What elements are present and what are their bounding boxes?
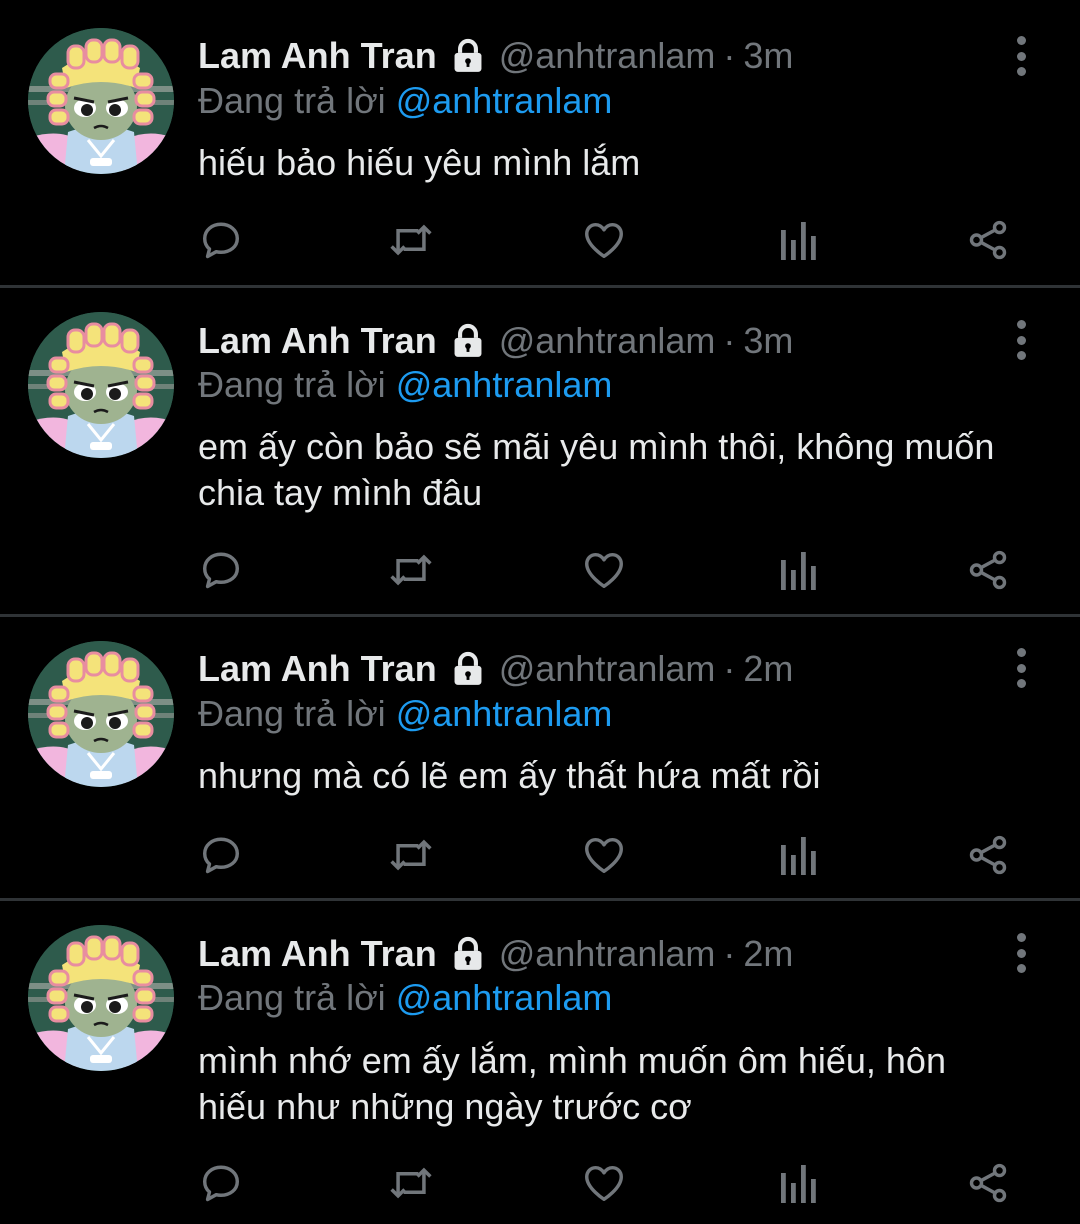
tweet-header: Lam Anh Tran @anhtranlam · 3m — [198, 32, 793, 80]
reply-context: Đang trả lời @anhtranlam — [198, 364, 612, 406]
views-icon[interactable] — [773, 546, 821, 594]
heart-icon[interactable] — [580, 831, 628, 879]
tweet-text: em ấy còn bảo sẽ mãi yêu mình thôi, khôn… — [198, 426, 995, 513]
retweet-icon[interactable] — [387, 1159, 435, 1207]
more-vertical-icon[interactable] — [1004, 648, 1038, 688]
reply-prefix: Đang trả lời — [198, 693, 386, 734]
reply-context: Đang trả lời @anhtranlam — [198, 977, 612, 1019]
reply-prefix: Đang trả lời — [198, 364, 386, 405]
avatar[interactable] — [28, 641, 174, 787]
heart-icon[interactable] — [580, 216, 628, 264]
retweet-icon[interactable] — [387, 831, 435, 879]
tweet-header: Lam Anh Tran @anhtranlam · 2m — [198, 645, 793, 693]
author-handle[interactable]: @anhtranlam — [499, 933, 716, 975]
action-bar — [0, 546, 1080, 596]
timestamp[interactable]: 3m — [743, 35, 793, 77]
separator: · — [723, 320, 736, 361]
tweet[interactable]: Lam Anh Tran @anhtranlam · 3m Đang trả l… — [0, 0, 1080, 286]
lock-icon — [449, 37, 487, 75]
reply-icon[interactable] — [197, 546, 245, 594]
share-icon[interactable] — [964, 831, 1012, 879]
lock-icon — [449, 322, 487, 360]
author-handle[interactable]: @anhtranlam — [499, 648, 716, 690]
share-icon[interactable] — [964, 546, 1012, 594]
separator: · — [723, 35, 736, 76]
views-icon[interactable] — [773, 831, 821, 879]
tweet-header: Lam Anh Tran @anhtranlam · 2m — [198, 930, 793, 978]
reply-prefix: Đang trả lời — [198, 977, 386, 1018]
separator: · — [723, 648, 736, 689]
reply-icon[interactable] — [197, 831, 245, 879]
share-icon[interactable] — [964, 216, 1012, 264]
retweet-icon[interactable] — [387, 546, 435, 594]
author-name[interactable]: Lam Anh Tran — [198, 933, 437, 975]
tweet[interactable]: Lam Anh Tran @anhtranlam · 3m Đang trả l… — [0, 288, 1080, 614]
heart-icon[interactable] — [580, 1159, 628, 1207]
action-bar — [0, 216, 1080, 266]
reply-handle-link[interactable]: @anhtranlam — [396, 80, 613, 121]
action-bar — [0, 1159, 1080, 1209]
share-icon[interactable] — [964, 1159, 1012, 1207]
author-name[interactable]: Lam Anh Tran — [198, 35, 437, 77]
author-name[interactable]: Lam Anh Tran — [198, 320, 437, 362]
tweet[interactable]: Lam Anh Tran @anhtranlam · 2m Đang trả l… — [0, 617, 1080, 898]
reply-icon[interactable] — [197, 1159, 245, 1207]
heart-icon[interactable] — [580, 546, 628, 594]
avatar[interactable] — [28, 925, 174, 1071]
more-vertical-icon[interactable] — [1004, 320, 1038, 360]
lock-icon — [449, 935, 487, 973]
avatar[interactable] — [28, 312, 174, 458]
reply-icon[interactable] — [197, 216, 245, 264]
tweet-text: mình nhớ em ấy lắm, mình muốn ôm hiếu, h… — [198, 1040, 946, 1127]
avatar[interactable] — [28, 28, 174, 174]
tweet-header: Lam Anh Tran @anhtranlam · 3m — [198, 317, 793, 365]
reply-handle-link[interactable]: @anhtranlam — [396, 693, 613, 734]
timestamp[interactable]: 3m — [743, 320, 793, 362]
tweet-text: nhưng mà có lẽ em ấy thất hứa mất rồi — [198, 755, 821, 796]
separator: · — [723, 933, 736, 974]
timestamp[interactable]: 2m — [743, 648, 793, 690]
lock-icon — [449, 650, 487, 688]
tweet-text: hiếu bảo hiếu yêu mình lắm — [198, 142, 641, 183]
author-handle[interactable]: @anhtranlam — [499, 320, 716, 362]
more-vertical-icon[interactable] — [1004, 933, 1038, 973]
author-handle[interactable]: @anhtranlam — [499, 35, 716, 77]
more-vertical-icon[interactable] — [1004, 36, 1038, 76]
timestamp[interactable]: 2m — [743, 933, 793, 975]
views-icon[interactable] — [773, 1159, 821, 1207]
reply-handle-link[interactable]: @anhtranlam — [396, 977, 613, 1018]
reply-handle-link[interactable]: @anhtranlam — [396, 364, 613, 405]
reply-prefix: Đang trả lời — [198, 80, 386, 121]
views-icon[interactable] — [773, 216, 821, 264]
action-bar — [0, 831, 1080, 881]
retweet-icon[interactable] — [387, 216, 435, 264]
reply-context: Đang trả lời @anhtranlam — [198, 693, 612, 735]
reply-context: Đang trả lời @anhtranlam — [198, 80, 612, 122]
author-name[interactable]: Lam Anh Tran — [198, 648, 437, 690]
tweet[interactable]: Lam Anh Tran @anhtranlam · 2m Đang trả l… — [0, 901, 1080, 1224]
